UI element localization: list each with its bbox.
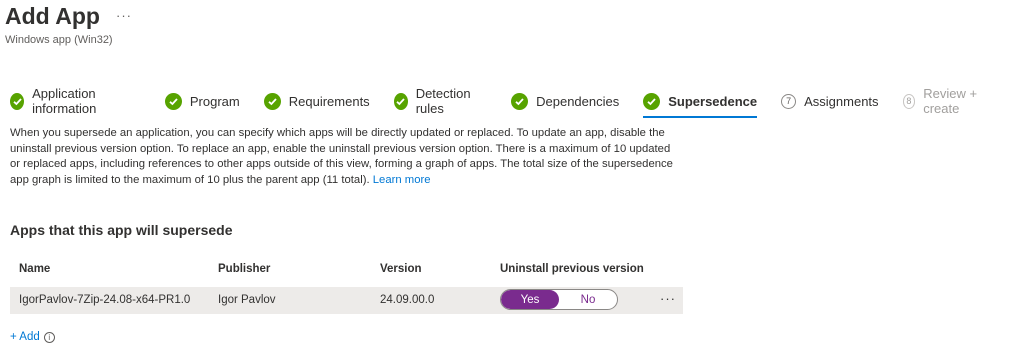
row-version: 24.09.00.0 xyxy=(380,294,435,306)
toggle-yes-option[interactable]: Yes xyxy=(501,290,559,309)
toggle-no-option[interactable]: No xyxy=(559,290,617,309)
step-label: Detection rules xyxy=(415,86,471,116)
row-more-options-button[interactable]: ··· xyxy=(660,291,676,306)
add-app-link[interactable]: + Add i xyxy=(10,331,55,343)
section-title: Apps that this app will supersede xyxy=(10,222,233,238)
step-assignments[interactable]: 7 Assignments xyxy=(781,90,879,112)
uninstall-previous-version-toggle[interactable]: Yes No xyxy=(500,289,618,310)
step-review-create[interactable]: 8 Review + create xyxy=(902,86,1000,116)
page-title: Add App xyxy=(5,3,100,29)
step-program[interactable]: Program xyxy=(164,90,240,112)
step-label: Review + create xyxy=(923,86,978,116)
row-publisher: Igor Pavlov xyxy=(218,294,276,306)
page-subtitle: Windows app (Win32) xyxy=(5,34,113,46)
check-circle-icon xyxy=(511,92,529,110)
check-circle-icon xyxy=(10,92,25,110)
step-label: Program xyxy=(189,93,240,109)
supersedence-description: When you supersede an application, you c… xyxy=(10,126,680,188)
info-icon[interactable]: i xyxy=(43,331,55,343)
step-number-icon: 7 xyxy=(781,93,797,109)
column-header-uninstall: Uninstall previous version xyxy=(500,263,644,275)
step-label: Assignments xyxy=(804,93,879,109)
column-header-version: Version xyxy=(380,263,422,275)
column-header-publisher: Publisher xyxy=(218,263,271,275)
step-app-information[interactable]: Application information xyxy=(10,86,141,116)
more-options-button[interactable]: ··· xyxy=(116,8,132,23)
description-text: When you supersede an application, you c… xyxy=(10,127,673,186)
check-circle-icon xyxy=(164,92,182,110)
step-detection-rules[interactable]: Detection rules xyxy=(393,86,487,116)
check-circle-icon xyxy=(643,92,661,110)
step-label: Requirements xyxy=(288,93,370,109)
step-number-icon: 8 xyxy=(902,93,916,109)
add-link-label: + Add xyxy=(10,331,40,343)
column-header-name: Name xyxy=(19,263,51,275)
step-label: Dependencies xyxy=(536,93,620,109)
step-dependencies[interactable]: Dependencies xyxy=(511,90,619,112)
step-label: Application information xyxy=(32,86,97,116)
step-label: Supersedence xyxy=(668,93,758,109)
check-circle-icon xyxy=(263,92,281,110)
check-circle-icon xyxy=(393,92,408,110)
step-requirements[interactable]: Requirements xyxy=(263,90,370,112)
learn-more-link[interactable]: Learn more xyxy=(373,174,431,186)
step-supersedence[interactable]: Supersedence xyxy=(643,90,758,118)
wizard-steps: Application information Program Requirem… xyxy=(10,86,1024,118)
row-app-name: IgorPavlov-7Zip-24.08-x64-PR1.0 xyxy=(19,294,191,306)
